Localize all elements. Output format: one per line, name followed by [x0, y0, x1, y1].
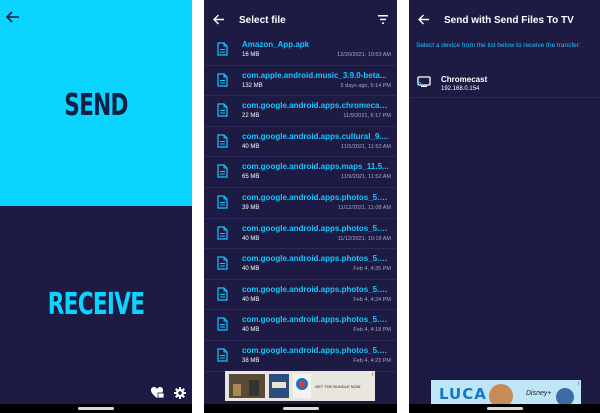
file-size: 38 MB — [242, 357, 260, 364]
home-screen: SEND RECEIVE — [0, 0, 192, 413]
gesture-bar — [204, 404, 397, 413]
file-size: 40 MB — [242, 266, 260, 273]
file-size: 40 MB — [242, 327, 260, 334]
ad-info-icon[interactable]: i — [578, 381, 579, 387]
file-item[interactable]: com.google.android.apps.photos_5.7... 40 … — [204, 280, 397, 311]
file-name: com.google.android.apps.photos_5.7... — [242, 284, 389, 294]
file-date: Feb 4, 4:35 PM — [353, 266, 391, 273]
file-icon — [217, 348, 228, 362]
gear-icon[interactable] — [174, 386, 186, 399]
file-item[interactable]: com.apple.android.music_3.9.0-beta... 132… — [204, 66, 397, 97]
file-item[interactable]: com.google.android.apps.maps_11.5... 65 M… — [204, 157, 397, 188]
file-date: 11/12/2021, 11:08 AM — [337, 204, 391, 211]
file-icon — [217, 225, 228, 240]
file-item[interactable]: com.google.android.apps.photos_5.7... 40 … — [204, 249, 397, 280]
file-icon — [217, 42, 228, 56]
file-date: 12/20/2021, 10:53 AM — [337, 52, 391, 58]
file-item[interactable]: com.google.android.apps.photos_5.6... 40 … — [204, 219, 397, 250]
file-icon — [217, 164, 228, 178]
receive-button[interactable]: RECEIVE — [27, 287, 165, 322]
file-icon — [217, 317, 228, 331]
page-title: Send with Send Files To TV — [444, 15, 574, 26]
file-item[interactable]: com.google.android.apps.cultural_9.... 40… — [204, 127, 397, 158]
file-name: com.apple.android.music_3.9.0-beta... — [242, 70, 387, 80]
back-arrow-icon[interactable] — [6, 11, 20, 23]
file-icon — [217, 256, 228, 270]
send-label: SEND — [64, 88, 128, 123]
ad-banner[interactable]: GET THE BUNDLE NOW i — [225, 371, 375, 401]
file-item[interactable]: com.google.android.apps.photos_5.7... 40 … — [204, 310, 397, 341]
ad-title: LUCA — [439, 385, 487, 403]
file-date: 11/12/2021, 10:18 AM — [337, 235, 391, 242]
file-date: 11/9/2021, 6:17 PM — [343, 113, 391, 120]
file-icon — [217, 287, 228, 301]
header: Send with Send Files To TV — [409, 0, 600, 40]
file-icon — [217, 72, 228, 87]
file-name: com.google.android.apps.photos_5.7... — [242, 315, 389, 325]
filter-icon[interactable] — [378, 15, 388, 24]
ad-brand: Disney+ — [526, 390, 552, 397]
gesture-bar — [0, 404, 192, 413]
file-icon — [217, 134, 228, 148]
heart-dollar-icon[interactable] — [150, 386, 164, 399]
file-size: 22 MB — [242, 113, 260, 120]
file-date: 11/5/2021, 11:52 AM — [341, 143, 391, 150]
ad-image — [293, 374, 311, 398]
select-file-screen: Select file Amazon_App.apk 16 MB 12/20/202… — [204, 0, 397, 413]
file-item[interactable]: com.google.android.apps.chromecas... 22 M… — [204, 96, 397, 127]
instructions-text: Select a device from the list below to r… — [416, 42, 581, 49]
ad-text: GET THE BUNDLE NOW — [315, 383, 361, 389]
file-date: Feb 4, 4:23 PM — [353, 357, 391, 364]
file-name: com.google.android.apps.chromecas... — [242, 101, 389, 111]
ad-info-icon[interactable]: i — [372, 372, 373, 378]
file-date: Feb 4, 4:24 PM — [353, 296, 391, 303]
file-size: 40 MB — [242, 296, 260, 303]
file-name: com.google.android.apps.photos_5.7... — [242, 345, 389, 355]
file-size: 132 MB — [242, 82, 263, 89]
device-item-chromecast[interactable]: Chromecast 192.168.0.154 — [409, 68, 600, 98]
file-item[interactable]: Amazon_App.apk 16 MB 12/20/2021, 10:53 AM — [204, 35, 397, 66]
file-date: 11/9/2021, 11:52 AM — [341, 174, 391, 181]
ad-image — [269, 374, 289, 398]
back-arrow-icon[interactable] — [213, 14, 225, 25]
device-name: Chromecast — [441, 75, 488, 84]
tv-icon — [417, 76, 431, 87]
file-name: com.google.android.apps.maps_11.5... — [242, 162, 389, 172]
file-name: com.google.android.apps.photos_5.7... — [242, 254, 389, 264]
file-size: 39 MB — [242, 204, 260, 211]
file-name: com.google.android.apps.photos_5.6... — [242, 223, 389, 233]
file-name: Amazon_App.apk — [242, 40, 310, 49]
file-icon — [217, 195, 228, 209]
file-size: 16 MB — [242, 52, 260, 58]
file-name: com.google.android.apps.photos_5.6... — [242, 192, 389, 202]
send-to-tv-screen: Send with Send Files To TV Select a devi… — [409, 0, 600, 413]
file-name: com.google.android.apps.cultural_9.... — [242, 131, 389, 141]
file-date: 5 days ago, 5:14 PM — [340, 82, 391, 89]
file-size: 40 MB — [242, 235, 260, 242]
file-size: 40 MB — [242, 143, 260, 150]
file-icon — [217, 103, 228, 117]
ad-image — [229, 374, 265, 398]
file-item[interactable]: com.google.android.apps.photos_5.7... 38 … — [204, 341, 397, 372]
device-ip: 192.168.0.154 — [441, 86, 480, 92]
file-size: 65 MB — [242, 174, 260, 181]
file-list: Amazon_App.apk 16 MB 12/20/2021, 10:53 AM c… — [204, 35, 397, 372]
send-button[interactable]: SEND — [0, 0, 192, 206]
page-title: Select file — [239, 15, 286, 26]
gesture-bar — [409, 404, 600, 413]
file-date: Feb 4, 4:18 PM — [353, 327, 391, 334]
header: Select file — [204, 0, 397, 40]
file-item[interactable]: com.google.android.apps.photos_5.6... 39 … — [204, 188, 397, 219]
back-arrow-icon[interactable] — [418, 14, 430, 25]
